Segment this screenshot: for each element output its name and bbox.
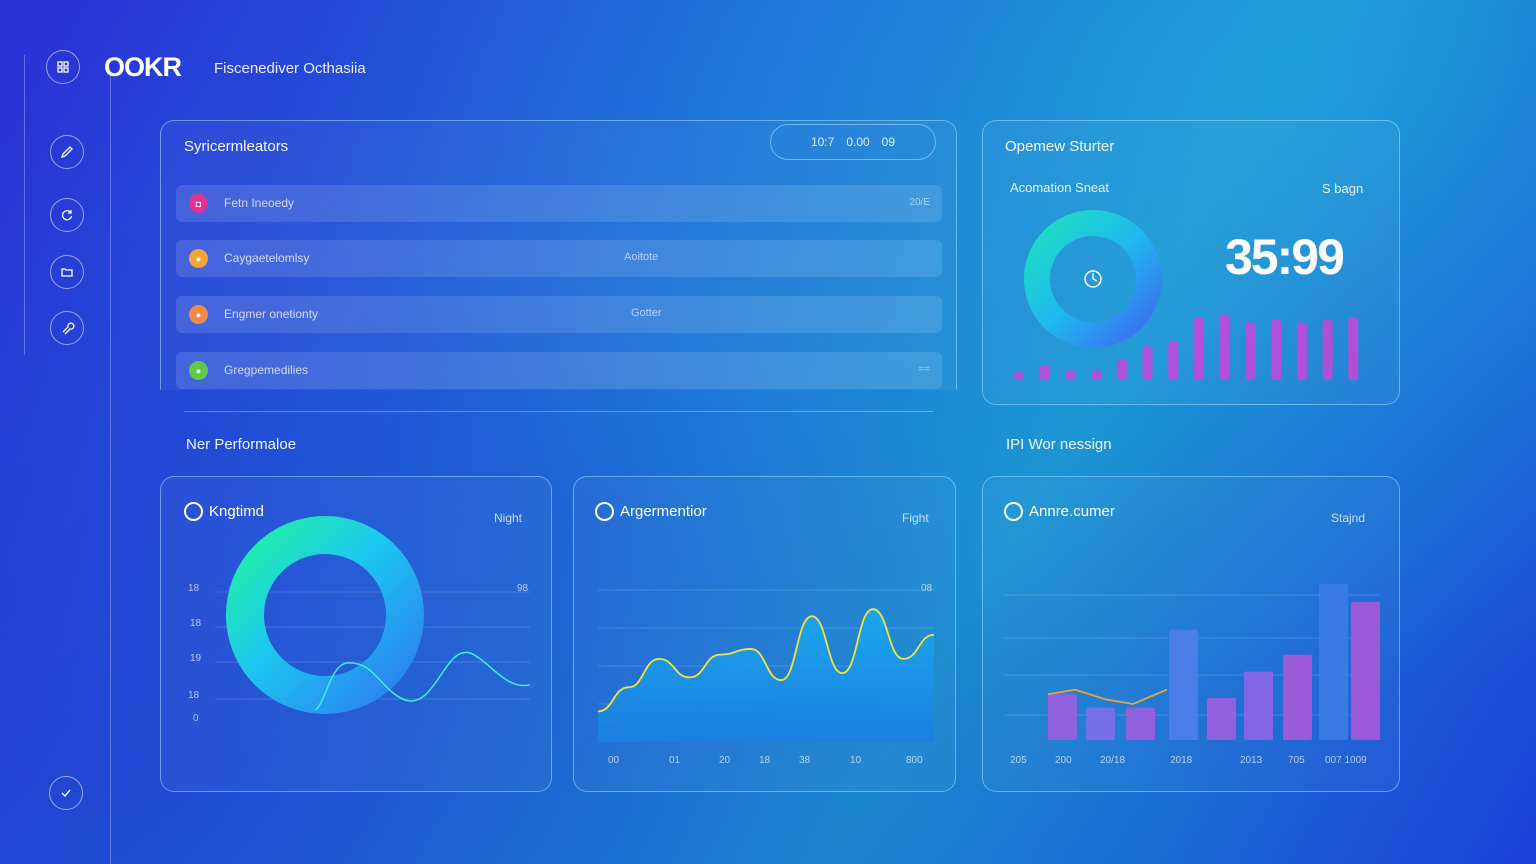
card-area-chart [597,589,935,742]
overview-bar [1296,322,1307,380]
time-value-2: 0.00 [846,135,870,149]
card-bars-header[interactable]: Annre.cumer [1004,502,1115,521]
overview-big-number: 35:99 [1225,229,1345,285]
bar [1244,671,1273,740]
folder-icon[interactable] [50,255,84,289]
overview-bar [1194,317,1204,380]
bar [1283,654,1312,740]
kpi-section-title: IPI Wor nessign [1006,436,1112,453]
bar [1319,584,1348,740]
x-tick: 007 1009 [1325,755,1367,766]
overview-bar [1348,317,1359,380]
x-tick: 205 [1010,755,1027,766]
x-tick: 18 [759,755,771,766]
objective-status: Gotter [631,307,662,319]
status-icon: ● [189,249,208,268]
x-tick: 01 [669,755,681,766]
bar [1048,694,1077,740]
overview-label-right: S bagn [1322,181,1364,196]
status-icon: ● [189,361,208,380]
card-subtitle: Stajnd [1331,511,1366,525]
overview-bar [1091,370,1102,380]
objective-label: Fetn Ineoedy [224,196,295,210]
card-donut-chart [215,516,531,714]
sidebar-divider [110,75,111,864]
objectives-panel-title: Syricermleators [184,138,289,155]
status-icon: ● [189,305,208,324]
page-title: Fiscenediver Octhasiia [214,60,366,77]
circle-icon [1004,502,1023,521]
x-tick: 2018 [1170,755,1193,766]
bar [1207,698,1236,740]
sidebar-divider-left [24,55,25,355]
card-subtitle: Fight [902,511,929,525]
area-fill [598,609,934,742]
overview-bar [1065,370,1076,380]
x-tick: 705 [1288,755,1305,766]
time-value-3: 09 [881,135,896,149]
objective-row[interactable]: ● Engmer onetionty Gotter [176,296,942,333]
overview-bar [1116,360,1127,380]
time-value-1: 10:7 [810,135,835,149]
card-title: Annre.cumer [1029,503,1115,520]
objective-label: Caygaetelomlsy [224,251,310,265]
objective-row[interactable]: ◘ Fetn Ineoedy 20/E [176,185,942,222]
x-tick: 2013 [1240,755,1263,766]
app-logo: OOKR [104,52,182,82]
overview-bar [1245,322,1256,380]
card-area-header[interactable]: Argermentior [595,502,707,521]
overview-bar [1039,365,1050,380]
objective-row[interactable]: ● Caygaetelomlsy Aoitote [176,240,942,277]
bar [1169,629,1198,740]
circle-icon [595,502,614,521]
overview-bar [1014,372,1024,380]
grid-icon[interactable] [46,50,80,84]
overview-label-left: Acomation Sneat [1010,180,1110,195]
x-tick: 10 [850,755,862,766]
objective-row[interactable]: ● Gregpemedilies == [176,352,942,389]
x-tick: 20 [719,755,731,766]
bar [1351,602,1380,740]
overview-bar [1322,320,1333,380]
overview-bar [1168,341,1179,380]
check-icon[interactable] [49,776,83,810]
x-tick: 38 [799,755,811,766]
bar [1086,707,1115,740]
overview-title: Opemew Sturter [1005,138,1115,155]
overview-bar [1271,320,1282,380]
objective-end-value: == [918,364,930,375]
performance-section-title: Ner Performaloe [186,436,297,453]
card-bars-chart [1005,584,1380,740]
objective-label: Gregpemedilies [224,363,309,377]
bar [1126,707,1155,740]
refresh-icon[interactable] [50,198,84,232]
objective-status: Aoitote [624,251,659,263]
donut-ring [226,516,424,714]
pencil-icon[interactable] [50,135,84,169]
overview-bar [1142,346,1153,380]
time-range-pill[interactable]: 10:7 0.00 09 [770,124,936,160]
wrench-icon[interactable] [50,311,84,345]
objective-label: Engmer onetionty [224,307,319,321]
clock-hands [1092,273,1098,282]
objective-end-value: 20/E [909,197,930,208]
overview-bar [1219,314,1230,380]
overview-bar-chart [1014,314,1359,380]
x-tick: 00 [608,755,620,766]
x-tick: 800 [906,755,923,766]
section-divider [184,411,934,412]
status-icon: ◘ [189,194,208,213]
x-tick: 20/18 [1100,755,1126,766]
x-tick: 200 [1055,755,1072,766]
card-title: Argermentior [620,503,707,520]
